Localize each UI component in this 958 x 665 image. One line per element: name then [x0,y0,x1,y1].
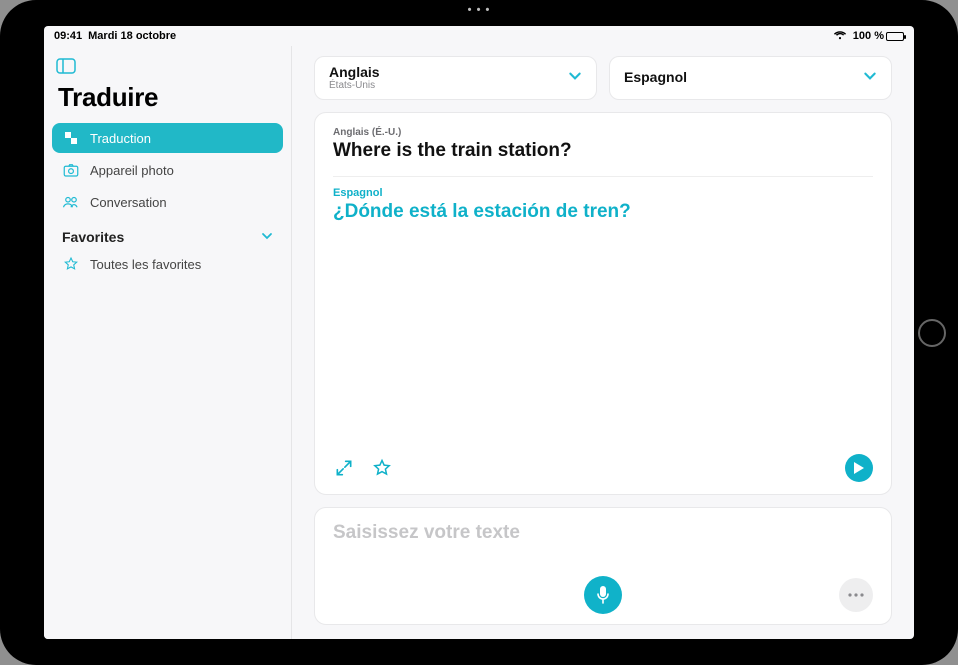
more-options-button[interactable] [839,578,873,612]
translation-toolbar [333,444,873,482]
sidebar-item-label: Conversation [90,195,167,210]
camera-icon [62,161,80,179]
chevron-down-icon [568,69,582,88]
source-language-label: Anglais (É.-U.) [333,127,873,138]
target-language-label: Espagnol [333,187,873,199]
main-pane: Anglais États-Unis Espagnol [292,46,914,639]
home-button[interactable] [918,319,946,347]
target-language-button[interactable]: Espagnol [609,56,892,100]
microphone-button[interactable] [584,576,622,614]
status-date: Mardi 18 octobre [88,30,176,42]
sidebar-toggle-icon[interactable] [54,54,78,78]
source-language-button[interactable]: Anglais États-Unis [314,56,597,100]
chevron-down-icon [863,69,877,88]
translation-card: Anglais (É.-U.) Where is the train stati… [314,112,892,495]
play-audio-button[interactable] [845,454,873,482]
input-placeholder: Saisissez votre texte [333,522,873,544]
wifi-icon [833,29,847,43]
battery-text: 100 % [853,30,884,42]
expand-icon[interactable] [333,457,355,479]
battery-indicator: 100 % [853,30,904,42]
translate-icon [62,129,80,147]
people-icon [62,193,80,211]
status-bar: 09:41 Mardi 18 octobre • • • 100 % [44,26,914,46]
sidebar: Traduire Traduction Appareil photo [44,46,292,639]
sidebar-item-toutes-favorites[interactable]: Toutes les favorites [52,249,283,279]
sidebar-item-traduction[interactable]: Traduction [52,123,283,153]
target-text: ¿Dónde está la estación de tren? [333,201,873,223]
text-input-card[interactable]: Saisissez votre texte [314,507,892,625]
ipad-frame: 09:41 Mardi 18 octobre • • • 100 % Tradu… [0,0,958,665]
sidebar-section-favorites[interactable]: Favorites [52,219,283,247]
app-title: Traduire [52,82,283,121]
target-language-name: Espagnol [624,70,687,85]
status-time: 09:41 [54,30,82,42]
sidebar-item-label: Traduction [90,131,151,146]
sidebar-item-label: Toutes les favorites [90,257,201,272]
sidebar-item-conversation[interactable]: Conversation [52,187,283,217]
sidebar-item-appareil-photo[interactable]: Appareil photo [52,155,283,185]
sidebar-item-label: Appareil photo [90,163,174,178]
favorite-star-icon[interactable] [371,457,393,479]
language-selector-row: Anglais États-Unis Espagnol [314,56,892,100]
chevron-down-icon [261,229,273,245]
source-language-name: Anglais [329,65,380,80]
source-language-region: États-Unis [329,80,380,91]
source-text[interactable]: Where is the train station? [333,140,873,177]
screen: 09:41 Mardi 18 octobre • • • 100 % Tradu… [44,26,914,639]
sidebar-section-label: Favorites [62,229,124,245]
star-icon [62,255,80,273]
